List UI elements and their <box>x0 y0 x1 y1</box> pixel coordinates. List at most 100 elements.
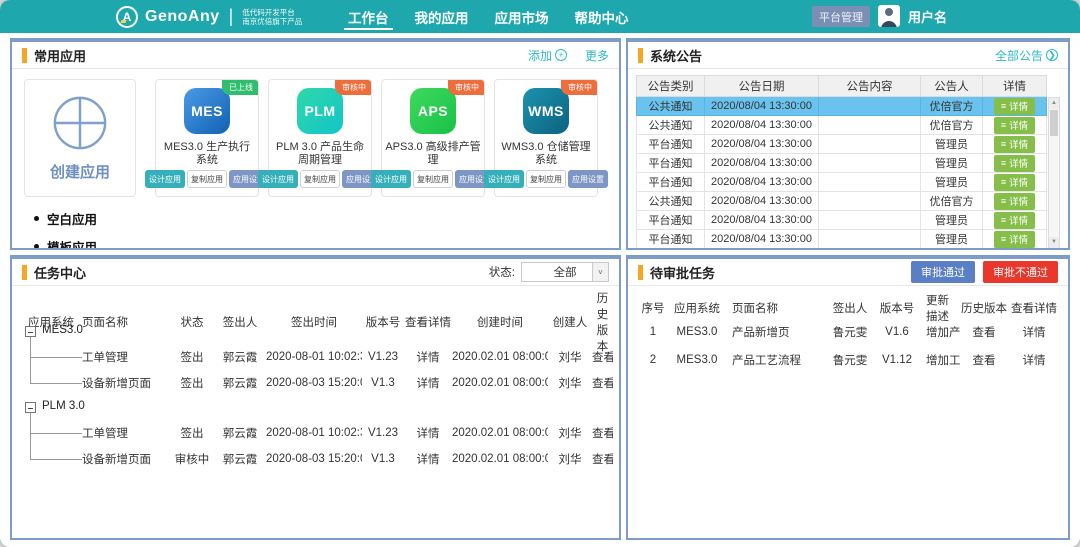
announcement-publisher: 优倍官方 <box>921 97 983 116</box>
created-time: 2020.02.01 08:00:00 <box>452 453 548 465</box>
status: 签出 <box>170 425 214 441</box>
announcement-date: 2020/08/04 13:30:00 <box>705 211 819 230</box>
checkout-time: 2020-08-03 15:20:00 <box>266 453 362 465</box>
status: 签出 <box>170 349 214 365</box>
history-link[interactable]: 查看 <box>592 451 613 467</box>
copy-app-button[interactable]: 复制应用 <box>413 170 453 188</box>
list-icon: ≡ <box>1001 178 1006 187</box>
copy-app-button[interactable]: 复制应用 <box>526 170 566 188</box>
task-row[interactable]: 工单管理签出郭云霞2020-08-01 10:02:30V1.23详情2020.… <box>20 420 613 446</box>
crosshair-circle-icon <box>51 94 109 152</box>
announcement-row[interactable]: 平台通知2020/08/04 13:30:00管理员≡详情 <box>637 135 1047 154</box>
version: V1.3 <box>362 377 404 389</box>
checkout-by: 郭云霞 <box>214 349 266 365</box>
approve-button[interactable]: 审批通过 <box>911 261 975 283</box>
view-detail-link[interactable]: 详情 <box>1008 352 1060 368</box>
scroll-up-icon[interactable]: ▲ <box>1049 98 1059 109</box>
announcement-row[interactable]: 公共通知2020/08/04 13:30:00优倍官方≡详情 <box>637 192 1047 211</box>
detail-button[interactable]: ≡详情 <box>994 155 1035 172</box>
design-app-button[interactable]: 设计应用 <box>145 170 185 188</box>
group-name: MES3.0 <box>42 324 83 336</box>
page-name: 产品工艺流程 <box>726 352 826 368</box>
nav-item-工作台[interactable]: 工作台 <box>348 0 389 33</box>
create-app-card[interactable]: 创建应用 <box>24 79 136 197</box>
card-buttons: 设计应用复制应用应用设置 <box>371 170 495 188</box>
logo-tagline: 低代码开发平台 南京优倍旗下产品 <box>242 8 302 26</box>
page-name: 产品新增页 <box>726 324 826 340</box>
accent-bar <box>638 265 643 280</box>
history-link[interactable]: 查看 <box>592 425 613 441</box>
announcement-date: 2020/08/04 13:30:00 <box>705 192 819 211</box>
announcement-date: 2020/08/04 13:30:00 <box>705 116 819 135</box>
add-app-link[interactable]: 添加 + <box>528 47 567 64</box>
collapse-minus-icon[interactable] <box>25 402 36 413</box>
task-row[interactable]: 设备新增页面审核中郭云霞2020-08-03 15:20:00V1.3详情202… <box>20 446 613 472</box>
detail-button[interactable]: ≡详情 <box>994 231 1035 248</box>
create-option[interactable]: 空白应用 <box>34 209 146 228</box>
announcement-row[interactable]: 公共通知2020/08/04 13:30:00优倍官方≡详情 <box>637 116 1047 135</box>
panel-title: 待审批任务 <box>650 263 715 282</box>
history-link[interactable]: 查看 <box>592 375 613 391</box>
design-app-button[interactable]: 设计应用 <box>484 170 524 188</box>
column-header: 历史版本 <box>960 300 1008 316</box>
announcement-detail-cell: ≡详情 <box>983 173 1047 192</box>
approval-row[interactable]: 2MES3.0产品工艺流程鲁元雯V1.12增加工艺属性......查看详情 <box>638 346 1060 374</box>
announcement-row[interactable]: 公共通知2020/08/04 13:30:00优倍官方≡详情 <box>637 97 1047 116</box>
scrollbar[interactable]: ▲ ▼ <box>1048 97 1060 249</box>
detail-button[interactable]: ≡详情 <box>994 193 1035 210</box>
task-row[interactable]: 设备新增页面签出郭云霞2020-08-03 15:20:00V1.3详情2020… <box>20 370 613 396</box>
card-buttons: 设计应用复制应用应用设置 <box>258 170 382 188</box>
created-time: 2020.02.01 08:00:00 <box>452 351 548 363</box>
view-detail-link[interactable]: 详情 <box>1008 324 1060 340</box>
app-settings-button[interactable]: 应用设置 <box>568 170 608 188</box>
view-detail-link[interactable]: 详情 <box>404 375 452 391</box>
creator: 刘华 <box>548 425 592 441</box>
logo: A GenoAny | 低代码开发平台 南京优倍旗下产品 <box>116 0 302 33</box>
announcement-detail-cell: ≡详情 <box>983 211 1047 230</box>
nav-item-应用市场[interactable]: 应用市场 <box>495 0 549 33</box>
announcement-row[interactable]: 平台通知2020/08/04 13:30:00管理员≡详情 <box>637 211 1047 230</box>
nav-item-帮助中心[interactable]: 帮助中心 <box>575 0 629 33</box>
status-select[interactable]: 全部 ˅ <box>521 262 609 282</box>
copy-app-button[interactable]: 复制应用 <box>300 170 340 188</box>
main-nav: 工作台我的应用应用市场帮助中心 <box>348 0 629 33</box>
top-header: A GenoAny | 低代码开发平台 南京优倍旗下产品 工作台我的应用应用市场… <box>0 0 1080 33</box>
platform-admin-button[interactable]: 平台管理 <box>812 6 870 27</box>
announcements-panel: 系统公告 全部公告 ❯ 公告类别公告日期公告内容公告人详情 公共通知2020/0… <box>626 38 1070 250</box>
detail-button[interactable]: ≡详情 <box>994 212 1035 229</box>
detail-button[interactable]: ≡详情 <box>994 174 1035 191</box>
announcement-content <box>819 135 921 154</box>
announcement-publisher: 优倍官方 <box>921 192 983 211</box>
column-header: 公告内容 <box>819 76 921 97</box>
announcement-row[interactable]: 平台通知2020/08/04 13:30:00管理员≡详情 <box>637 154 1047 173</box>
all-announcements-link[interactable]: 全部公告 ❯ <box>995 47 1058 64</box>
view-detail-link[interactable]: 详情 <box>404 349 452 365</box>
scroll-down-icon[interactable]: ▼ <box>1049 237 1059 248</box>
detail-button[interactable]: ≡详情 <box>994 136 1035 153</box>
history-link[interactable]: 查看 <box>960 324 1008 340</box>
announcement-row[interactable]: 平台通知2020/08/04 13:30:00管理员≡详情 <box>637 230 1047 249</box>
create-option[interactable]: 模板应用 <box>34 237 146 250</box>
reject-button[interactable]: 审批不通过 <box>983 261 1058 283</box>
collapse-minus-icon[interactable] <box>25 326 36 337</box>
approval-row[interactable]: 1MES3.0产品新增页鲁元雯V1.6增加产品属性查看详情 <box>638 318 1060 346</box>
user-menu[interactable]: 用户名 <box>878 5 947 27</box>
detail-button[interactable]: ≡详情 <box>994 117 1035 134</box>
view-detail-link[interactable]: 详情 <box>404 451 452 467</box>
status-filter: 状态: 全部 ˅ <box>489 262 609 282</box>
copy-app-button[interactable]: 复制应用 <box>187 170 227 188</box>
announcement-row[interactable]: 平台通知2020/08/04 13:30:00管理员≡详情 <box>637 173 1047 192</box>
design-app-button[interactable]: 设计应用 <box>371 170 411 188</box>
view-detail-link[interactable]: 详情 <box>404 425 452 441</box>
more-link[interactable]: 更多 <box>585 47 609 64</box>
nav-item-我的应用[interactable]: 我的应用 <box>415 0 469 33</box>
history-link[interactable]: 查看 <box>592 349 613 365</box>
scroll-thumb[interactable] <box>1050 110 1058 136</box>
task-table: 应用系统页面名称状态签出人签出时间版本号查看详情创建时间创建人历史版本MES3.… <box>12 286 619 472</box>
detail-button[interactable]: ≡详情 <box>994 98 1035 115</box>
task-row[interactable]: 工单管理签出郭云霞2020-08-01 10:02:30V1.23详情2020.… <box>20 344 613 370</box>
design-app-button[interactable]: 设计应用 <box>258 170 298 188</box>
tree-connector <box>30 433 82 434</box>
history-link[interactable]: 查看 <box>960 352 1008 368</box>
creator: 刘华 <box>548 451 592 467</box>
